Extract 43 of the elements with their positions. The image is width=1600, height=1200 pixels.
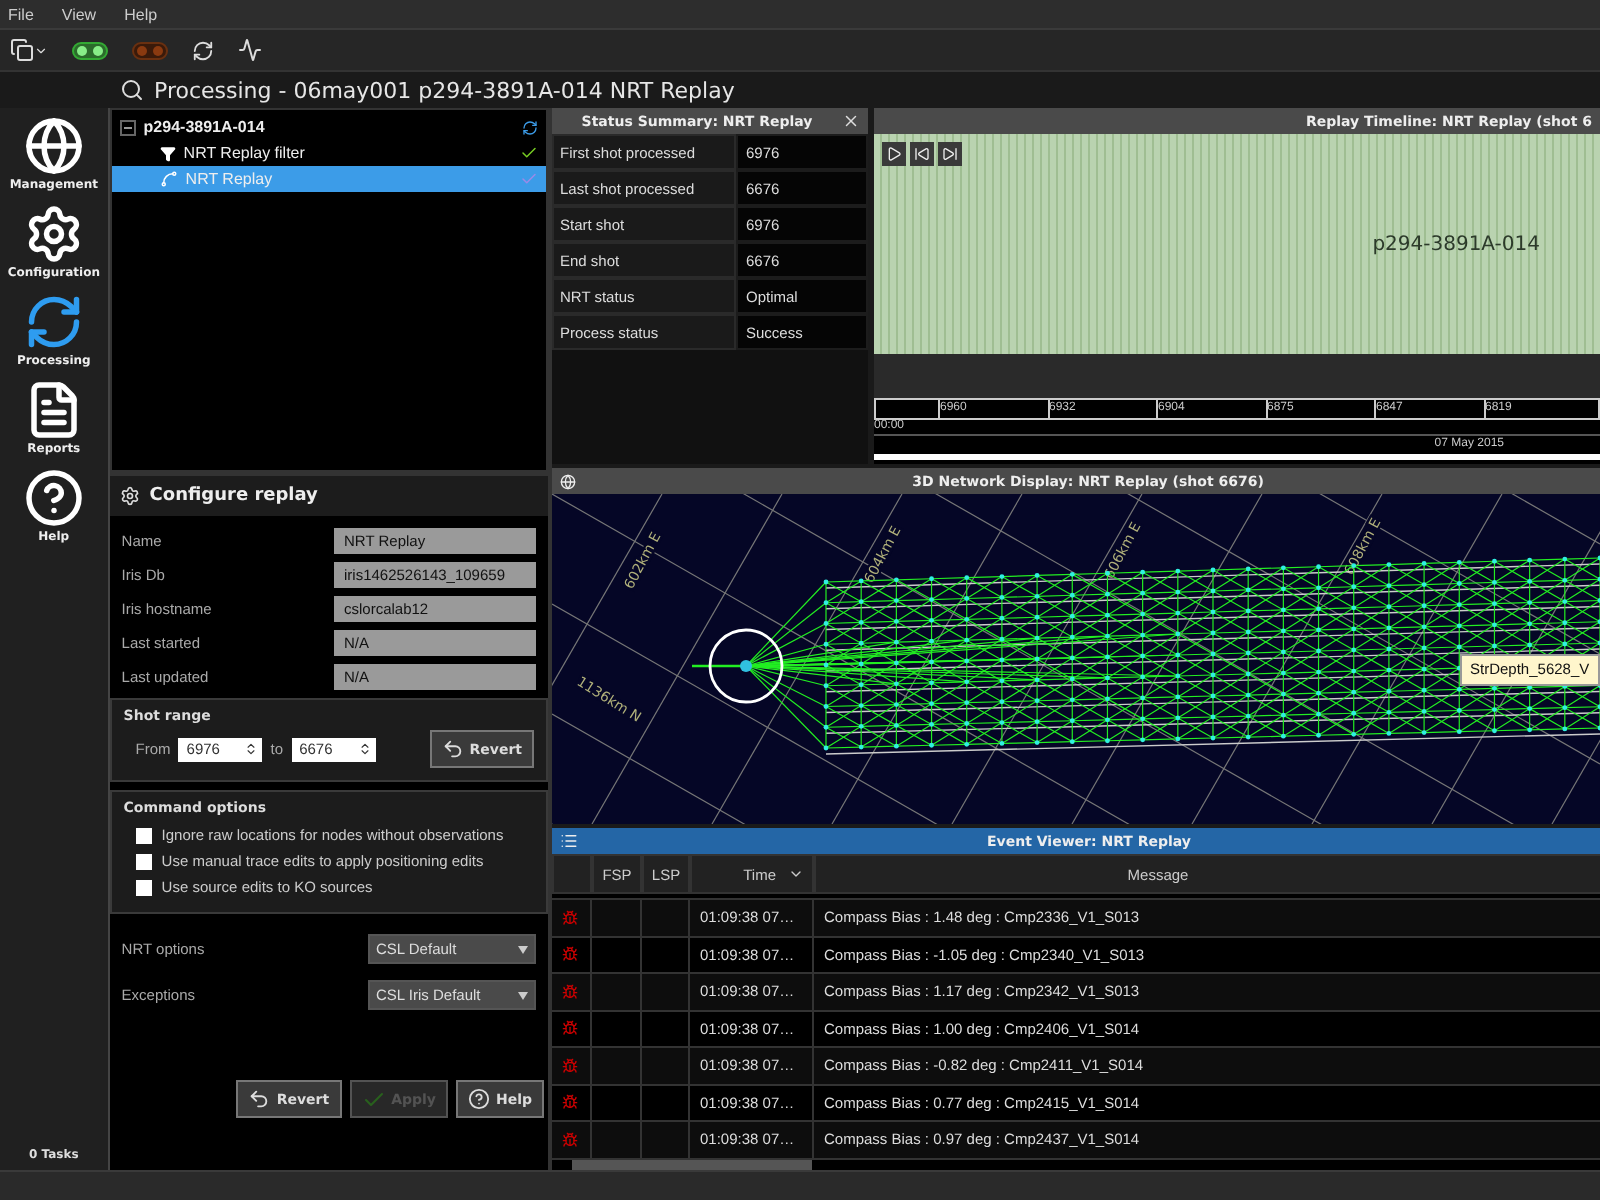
gears-icon xyxy=(23,204,84,264)
menu-item[interactable]: Help xyxy=(124,5,158,23)
panel-title: Configure replay xyxy=(149,486,318,506)
filter-icon xyxy=(159,145,176,161)
tree-item[interactable]: p294-3891A-014 xyxy=(111,114,546,140)
undo-icon xyxy=(441,738,464,760)
close-icon[interactable] xyxy=(842,112,860,130)
collapse-icon[interactable] xyxy=(119,119,136,135)
bug-icon xyxy=(562,1057,578,1074)
sort-icon xyxy=(788,866,804,882)
bug-icon xyxy=(562,946,578,963)
window-title: Processing - 06may001 p294-3891A-014 NRT Replay xyxy=(154,77,735,103)
search-icon xyxy=(120,78,144,102)
dropdown-arrow-icon xyxy=(518,991,528,999)
bug-icon xyxy=(562,909,578,926)
dropdown-arrow-icon xyxy=(518,945,528,953)
tree-item[interactable]: NRT Replay filter xyxy=(111,140,546,166)
checkbox[interactable] xyxy=(135,879,152,895)
bug-icon xyxy=(562,1131,578,1148)
bug-icon xyxy=(562,1020,578,1037)
check-icon xyxy=(361,1087,386,1111)
bug-icon xyxy=(562,983,578,1000)
sync-icon xyxy=(522,119,538,135)
menu-item[interactable]: File xyxy=(8,5,34,23)
scrollbar-thumb[interactable] xyxy=(572,1159,812,1170)
skip-forward-button[interactable] xyxy=(938,142,962,166)
scrollbar[interactable] xyxy=(552,1159,1600,1170)
checkbox[interactable] xyxy=(135,853,152,869)
undo-icon xyxy=(248,1088,271,1110)
help-icon xyxy=(467,1088,490,1110)
checkbox[interactable] xyxy=(135,827,152,843)
gear-icon xyxy=(119,486,140,506)
skip-back-button[interactable] xyxy=(910,142,934,166)
curve-icon xyxy=(159,170,178,188)
track-label: p294-3891A-014 xyxy=(1372,233,1540,255)
bug-icon xyxy=(562,1094,578,1111)
menu-item[interactable]: View xyxy=(61,5,97,23)
spin-arrows-icon[interactable] xyxy=(357,742,372,756)
spin-arrows-icon[interactable] xyxy=(244,742,259,756)
play-button[interactable] xyxy=(882,142,906,166)
help-icon xyxy=(23,468,84,528)
globe-icon xyxy=(560,473,576,489)
list-icon[interactable] xyxy=(560,832,578,850)
